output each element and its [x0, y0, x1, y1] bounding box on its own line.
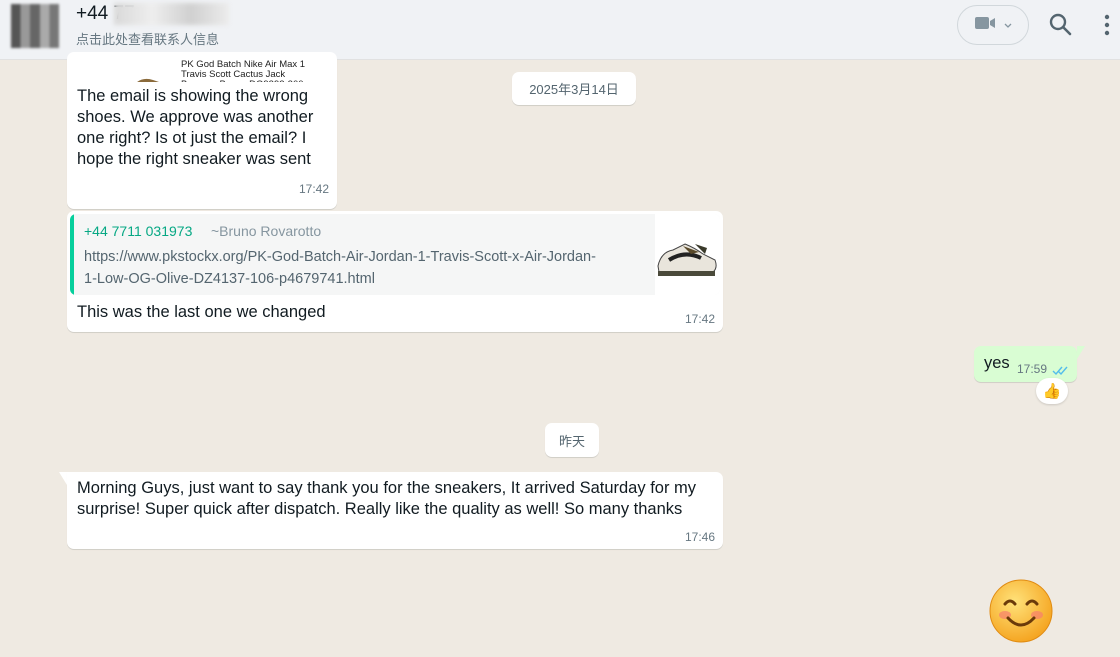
video-call-icon — [974, 15, 996, 36]
avatar[interactable] — [11, 4, 59, 48]
quote-author: +44 7711 031973 — [84, 223, 193, 239]
quote-link-text: https://www.pkstockx.org/PK-God-Batch-Ai… — [84, 246, 654, 290]
message-line: surprise! Super quick after dispatch. Re… — [77, 500, 683, 518]
sneaker-thumbnail-icon — [657, 243, 717, 276]
date-divider: 2025年3月14日 — [512, 72, 636, 105]
message-time: 17:59 — [1017, 362, 1048, 376]
link-preview-text: PK God Batch Nike Air Max 1 Travis Scott… — [181, 60, 306, 82]
message-text: Morning Guys, just want to say thank you… — [77, 478, 717, 520]
message-text: This was the last one we changed — [77, 303, 326, 321]
quote-link-line: 1-Low-OG-Olive-DZ4137-106-p4679741.html — [84, 271, 375, 287]
chat-header: +44 77 点击此处查看联系人信息 — [0, 0, 1120, 60]
link-preview-image[interactable]: PK God Batch Nike Air Max 1 Travis Scott… — [71, 60, 333, 82]
sneaker-thumbnail-icon — [137, 78, 159, 82]
quote-alias: ~Bruno Rovarotto — [211, 223, 322, 239]
message-text: yes — [984, 354, 1010, 372]
message-line: one right? Is ot just the email? I — [77, 129, 307, 147]
message-bubble[interactable]: Morning Guys, just want to say thank you… — [67, 472, 723, 549]
chat-area: PK God Batch Nike Air Max 1 Travis Scott… — [0, 52, 1120, 657]
video-call-button[interactable] — [957, 5, 1029, 45]
message-time: 17:42 — [298, 182, 329, 196]
menu-icon — [1104, 14, 1110, 40]
message-line: The email is showing the wrong — [77, 87, 309, 105]
bubble-tail — [59, 472, 67, 485]
quote-thumbnail — [655, 214, 720, 295]
menu-button[interactable] — [1104, 14, 1120, 38]
message-bubble-outgoing[interactable]: yes 17:59 — [974, 346, 1077, 382]
message-time: 17:42 — [684, 312, 715, 326]
quote-accent-bar — [70, 214, 74, 295]
smiley-emoji-icon[interactable] — [988, 578, 1054, 644]
message-line: shoes. We approve was another — [77, 108, 314, 126]
contact-name-redaction — [114, 3, 229, 25]
search-button[interactable] — [1048, 12, 1076, 40]
message-bubble[interactable]: PK God Batch Nike Air Max 1 Travis Scott… — [67, 52, 337, 209]
quote-link-line: https://www.pkstockx.org/PK-God-Batch-Ai… — [84, 249, 596, 265]
date-divider: 昨天 — [545, 423, 599, 457]
reaction-badge[interactable]: 👍 — [1036, 378, 1068, 404]
contact-info-hint[interactable]: 点击此处查看联系人信息 — [76, 29, 219, 48]
quoted-message[interactable]: +44 7711 031973 ~Bruno Rovarotto https:/… — [70, 214, 720, 295]
message-text: The email is showing the wrong shoes. We… — [77, 86, 332, 170]
message-bubble[interactable]: +44 7711 031973 ~Bruno Rovarotto https:/… — [67, 211, 723, 332]
bubble-tail — [1077, 346, 1085, 359]
search-icon — [1048, 13, 1074, 42]
message-line: hope the right sneaker was sent — [77, 150, 311, 168]
chevron-down-icon — [1004, 16, 1012, 34]
message-time: 17:46 — [684, 530, 715, 544]
message-line: Morning Guys, just want to say thank you… — [77, 479, 697, 497]
